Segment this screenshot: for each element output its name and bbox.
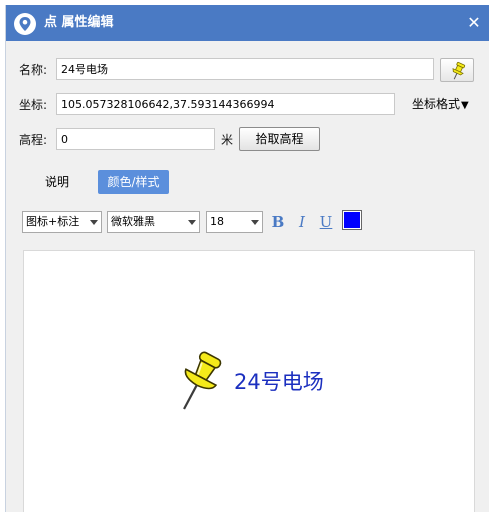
location-pin-icon	[14, 13, 36, 35]
chevron-down-icon	[188, 220, 196, 225]
tab-color-style[interactable]: 颜色/样式	[98, 170, 169, 194]
bold-button[interactable]: B	[269, 212, 287, 232]
tab-description[interactable]: 说明	[36, 170, 78, 194]
style-preview-panel: 24号电场	[23, 250, 475, 512]
elevation-label: 高程:	[19, 133, 48, 147]
fetch-elevation-button[interactable]: 拾取高程	[239, 127, 320, 151]
preview-label: 24号电场	[234, 370, 324, 394]
font-family-value: 微软雅黑	[111, 215, 155, 228]
italic-button[interactable]: I	[293, 212, 311, 232]
coordinate-format-dropdown[interactable]: 坐标格式▼	[412, 95, 478, 113]
display-mode-select[interactable]: 图标+标注	[22, 211, 102, 233]
yellow-pushpin-icon	[183, 351, 222, 410]
coordinate-format-label: 坐标格式	[412, 97, 461, 111]
coordinate-label: 坐标:	[19, 98, 48, 112]
dropdown-arrow-icon: ▼	[461, 100, 469, 111]
pushpin-icon	[452, 61, 466, 80]
underline-button[interactable]: U	[317, 212, 335, 232]
title-bar[interactable]: 点 属性编辑 ✕	[6, 5, 489, 41]
elevation-input[interactable]	[56, 128, 215, 150]
point-properties-dialog: 点 属性编辑 ✕ 名称: 坐标: 坐标格式▼ 高程: 米 拾取高程 说明 颜色/…	[5, 5, 489, 512]
icon-picker-button[interactable]	[440, 58, 474, 82]
elevation-unit: 米	[221, 133, 234, 147]
font-size-select[interactable]: 18	[206, 211, 263, 233]
display-mode-value: 图标+标注	[26, 215, 80, 228]
font-size-value: 18	[210, 215, 224, 228]
name-label: 名称:	[19, 63, 48, 77]
name-input[interactable]	[56, 58, 434, 80]
text-color-swatch	[344, 212, 360, 228]
chevron-down-icon	[251, 220, 259, 225]
coordinate-input[interactable]	[56, 93, 395, 115]
close-button[interactable]: ✕	[464, 13, 484, 33]
dialog-title: 点 属性编辑	[44, 15, 114, 30]
text-color-button[interactable]	[342, 210, 362, 230]
font-family-select[interactable]: 微软雅黑	[107, 211, 200, 233]
chevron-down-icon	[90, 220, 98, 225]
